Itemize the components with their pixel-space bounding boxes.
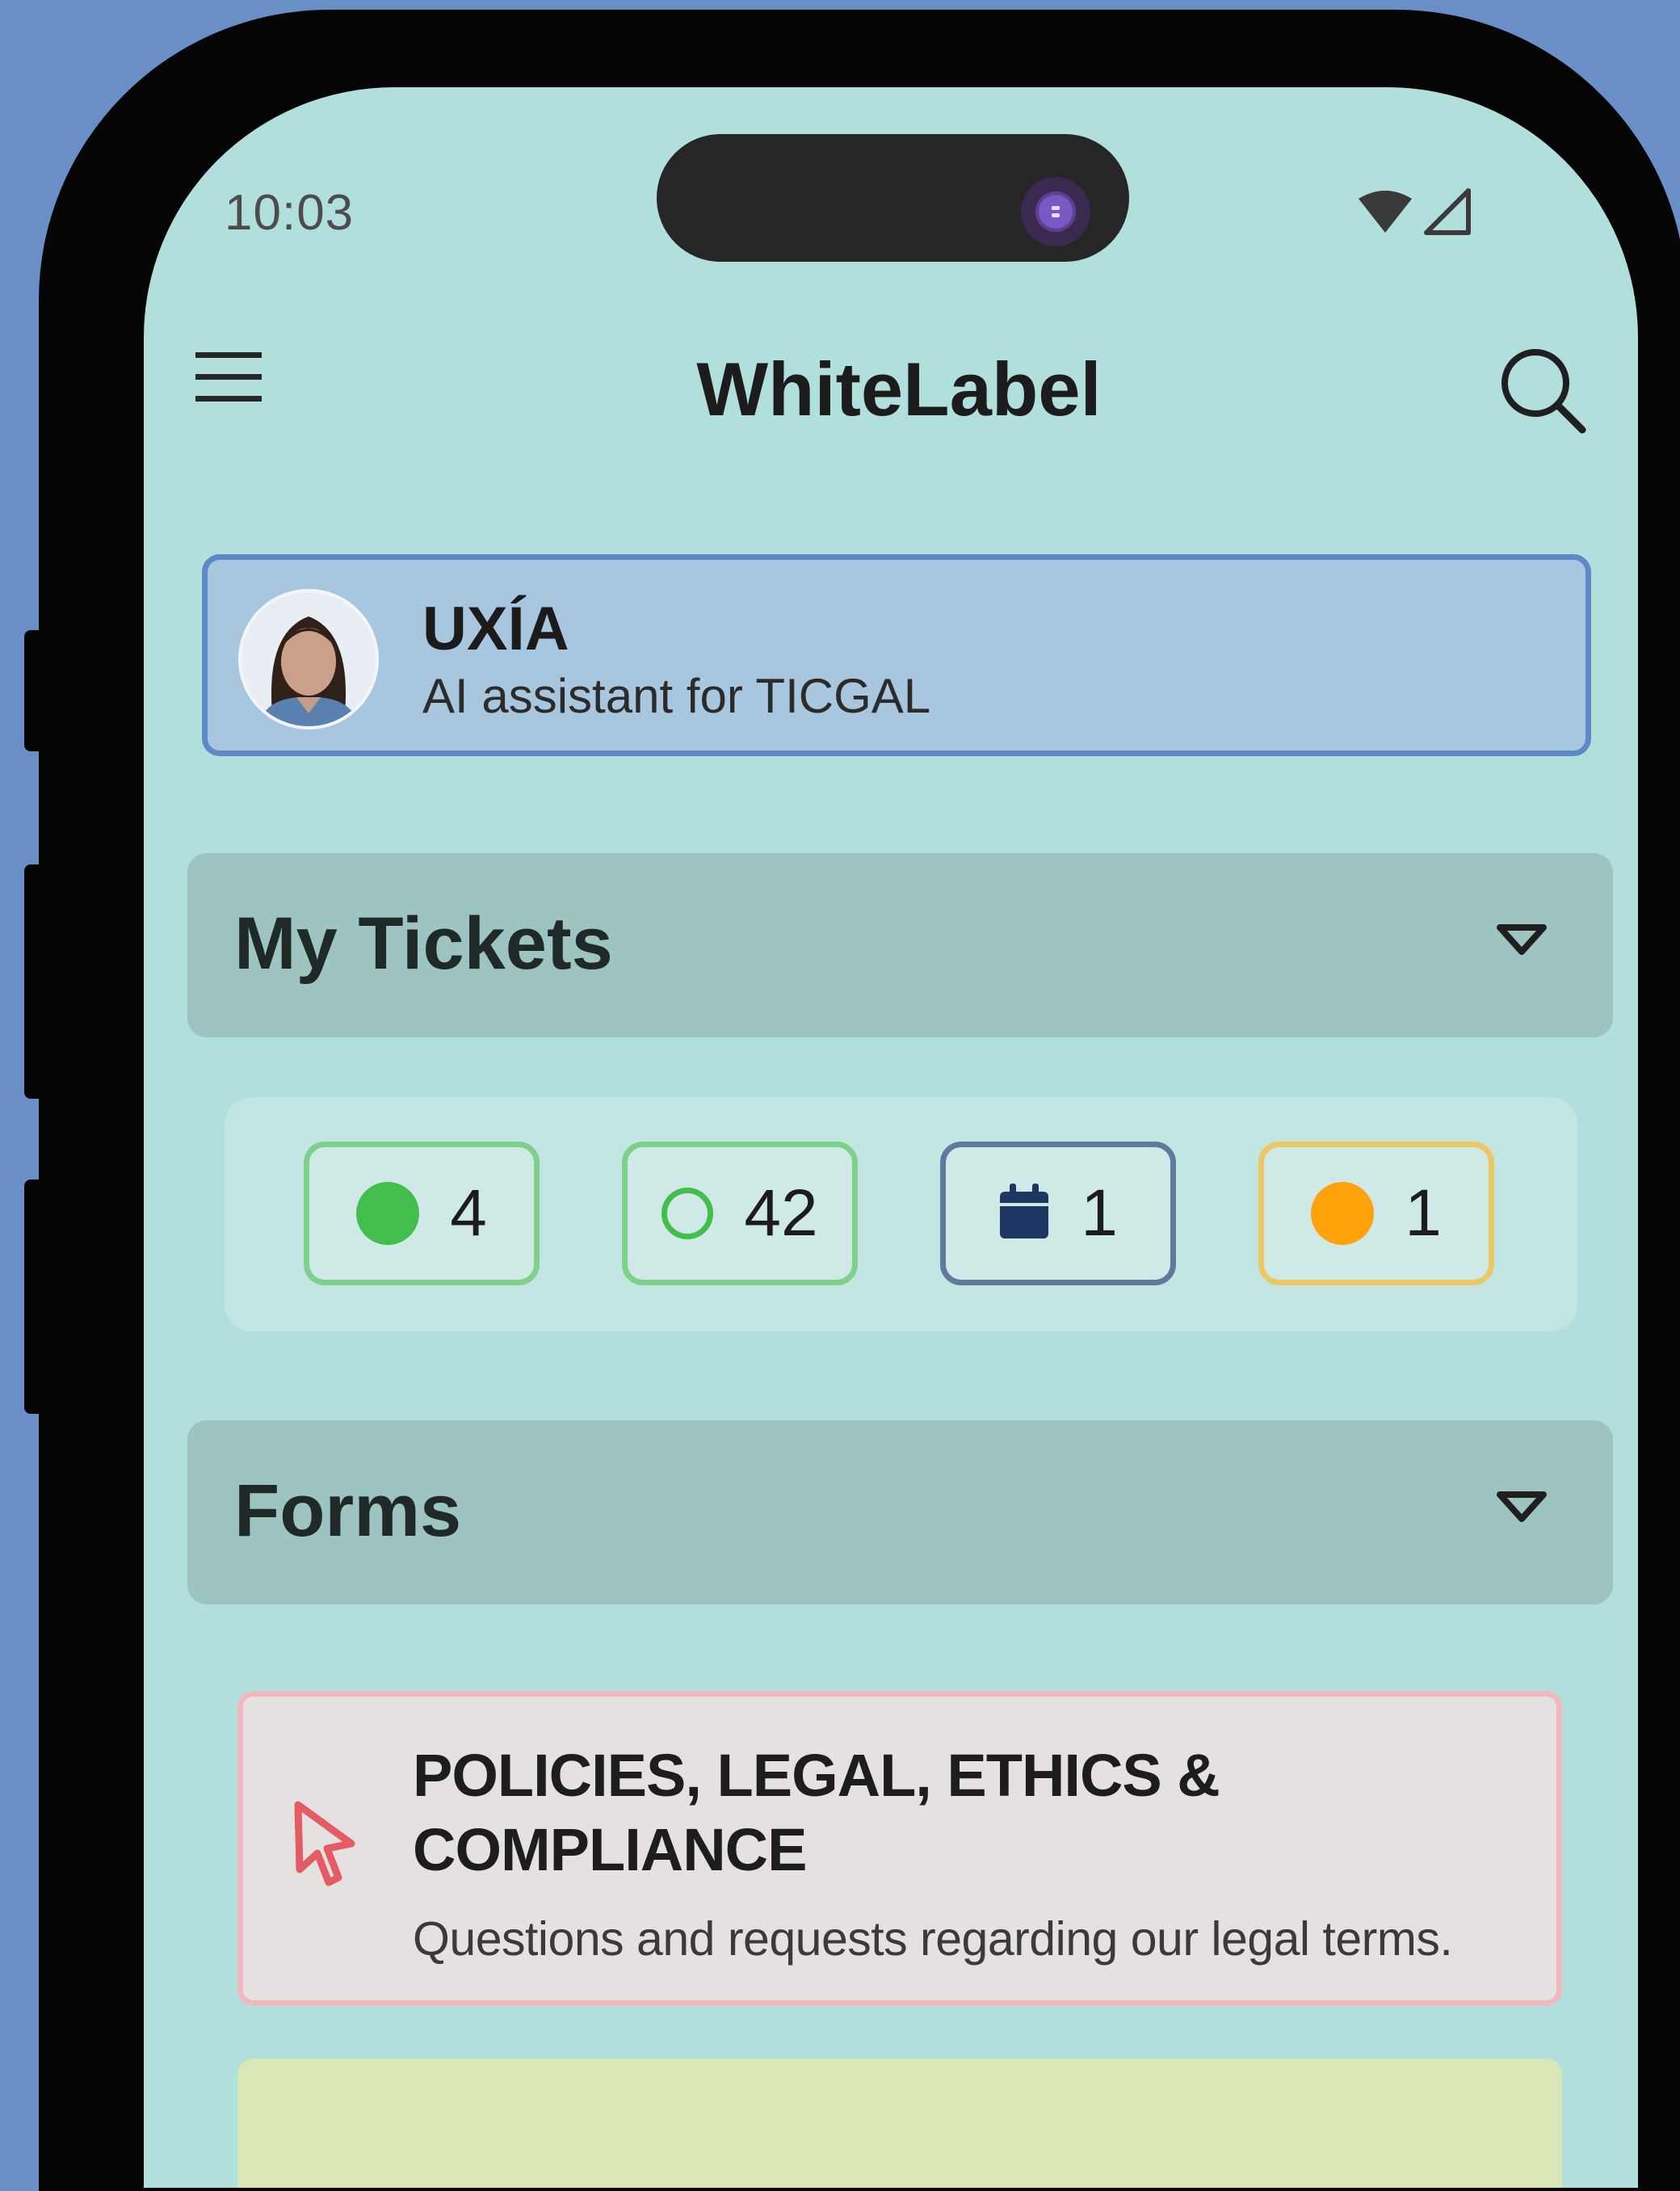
phone-frame: 10:03 WhiteLabel UXÍA AI assistant for T… <box>39 10 1680 2191</box>
assistant-subtitle: AI assistant for TICGAL <box>422 669 931 723</box>
wifi-icon <box>1355 187 1415 240</box>
status-time: 10:03 <box>225 185 355 241</box>
orange-circle-icon <box>1311 1182 1375 1245</box>
filled-green-circle-icon <box>356 1182 420 1245</box>
my-tickets-title: My Tickets <box>234 902 613 985</box>
signal-icon <box>1422 186 1473 242</box>
assistant-avatar <box>238 589 379 730</box>
ticket-counter-planned[interactable]: 1 <box>940 1142 1176 1285</box>
calendar-icon <box>998 1183 1050 1244</box>
forms-header[interactable]: Forms <box>187 1420 1613 1604</box>
hollow-green-circle-icon <box>662 1188 714 1239</box>
ticket-count: 4 <box>450 1176 487 1250</box>
phone-screen: 10:03 WhiteLabel UXÍA AI assistant for T… <box>144 87 1638 2188</box>
app-title: WhiteLabel <box>696 347 1102 431</box>
form-item-description: Questions and requests regarding our leg… <box>413 1912 1453 1966</box>
assistant-card[interactable]: UXÍA AI assistant for TICGAL <box>202 554 1591 756</box>
forms-title: Forms <box>234 1470 462 1552</box>
chevron-down-icon[interactable] <box>1495 1490 1548 1529</box>
search-icon[interactable] <box>1498 346 1587 439</box>
form-item-policies[interactable]: POLICIES, LEGAL, ETHICS & COMPLIANCE Que… <box>237 1691 1562 2006</box>
form-item-next[interactable] <box>237 2059 1562 2188</box>
assistant-name: UXÍA <box>422 595 569 663</box>
cursor-pointer-icon <box>292 1800 359 1893</box>
ticket-counter-open[interactable]: 4 <box>304 1142 540 1285</box>
my-tickets-header[interactable]: My Tickets <box>187 853 1613 1037</box>
ticket-count: 42 <box>744 1176 818 1250</box>
ticket-counters-panel: 4 42 1 1 <box>225 1097 1577 1331</box>
ticket-count: 1 <box>1081 1176 1118 1250</box>
ticket-counter-new[interactable]: 42 <box>622 1142 858 1285</box>
chevron-down-icon[interactable] <box>1495 923 1548 962</box>
ticket-counter-pending[interactable]: 1 <box>1258 1142 1494 1285</box>
ticket-count: 1 <box>1405 1176 1442 1250</box>
front-camera-icon <box>1021 177 1090 246</box>
form-item-title: POLICIES, LEGAL, ETHICS & COMPLIANCE <box>413 1742 1220 1883</box>
